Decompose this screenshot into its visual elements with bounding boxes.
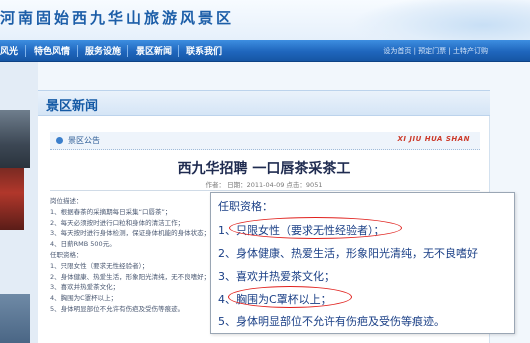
callout-line: 2、身体健康、热爱生活，形象阳光清纯，无不良嗜好 (218, 247, 478, 260)
main-nav: 风光 特色风情 服务设施 景区新闻 联系我们 设为首页 | 预定门票 | 土特产… (0, 40, 530, 62)
sidebar-photo[interactable] (0, 294, 30, 343)
divider (50, 190, 480, 191)
section-header: 景区新闻 (38, 90, 490, 116)
callout-title: 任职资格： (218, 200, 273, 213)
book-tickets-link[interactable]: 预定门票 (418, 47, 446, 55)
nav-divider (127, 45, 128, 57)
sidebar-photo[interactable] (0, 168, 24, 230)
nav-item-news[interactable]: 景区新闻 (136, 44, 172, 57)
announcement-english: XI JIU HUA SHAN (397, 135, 470, 143)
nav-divider (77, 45, 78, 57)
announcement-bar: 景区公告 XI JIU HUA SHAN (50, 132, 480, 150)
quick-links: 设为首页 | 预定门票 | 土特产订购 (383, 46, 488, 56)
announcement-label[interactable]: 景区公告 (68, 135, 100, 146)
left-sidebar (0, 62, 38, 343)
highlight-oval (228, 286, 352, 308)
header-decoration (350, 0, 530, 40)
nav-item-scenery[interactable]: 风光 (0, 44, 18, 57)
callout-line: 5、身体明显部位不允许有伤疤及受伤等痕迹。 (218, 315, 445, 328)
nav-item-contact[interactable]: 联系我们 (186, 44, 222, 57)
site-header: 河南固始西九华山旅游风景区 (0, 0, 530, 40)
sidebar-photo[interactable] (0, 110, 30, 168)
set-homepage-link[interactable]: 设为首页 (383, 47, 411, 55)
local-products-link[interactable]: 土特产订购 (453, 47, 488, 55)
section-title: 景区新闻 (46, 99, 99, 114)
nav-item-services[interactable]: 服务设施 (85, 44, 121, 57)
nav-divider (178, 45, 179, 57)
link-separator: | (413, 47, 416, 55)
article-meta: 作者： 日期：2011-04-09 点击：9051 (205, 181, 323, 189)
site-title: 河南固始西九华山旅游风景区 (0, 9, 235, 27)
zoom-callout: 任职资格： 1、只限女性（要求无性经验者）； 2、身体健康、热爱生活，形象阳光清… (210, 192, 515, 334)
nav-divider (25, 45, 26, 57)
bullet-icon (56, 137, 63, 144)
link-separator: | (448, 47, 451, 55)
article-title: 西九华招聘 一口唇茶采茶工 (177, 161, 351, 177)
highlight-oval (229, 217, 402, 239)
callout-line: 3、喜欢并热爱茶文化； (218, 270, 335, 283)
nav-item-features[interactable]: 特色风情 (34, 44, 70, 57)
